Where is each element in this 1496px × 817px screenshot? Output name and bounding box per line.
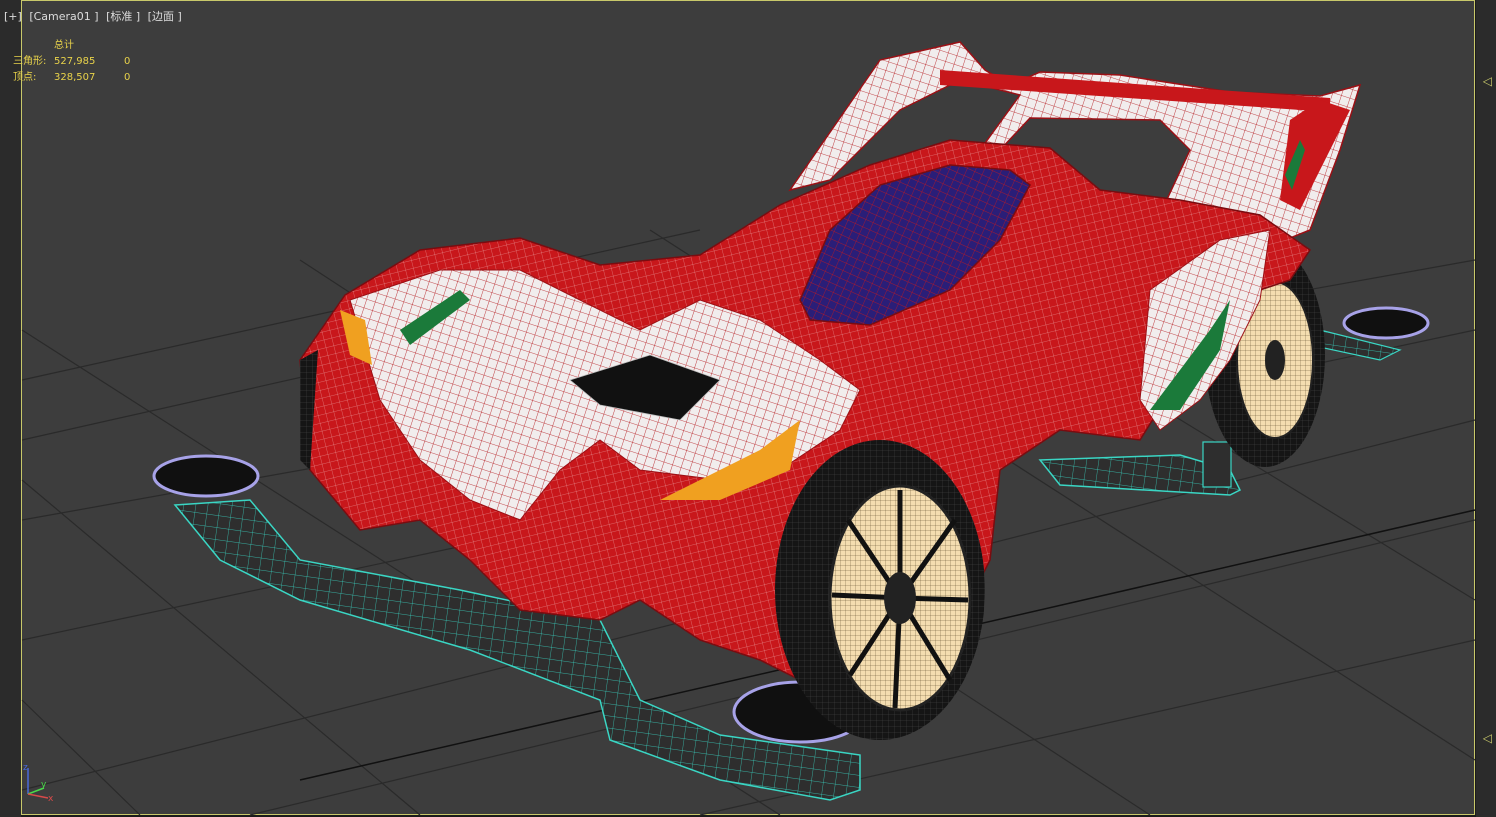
stats-label: 顶点:: [13, 72, 37, 83]
stats-selected-value: 0: [124, 72, 131, 83]
scene-statistics: 总计 三角形: 527,985 0 顶点: 328,507 0: [13, 38, 144, 86]
y-axis-label: y: [41, 780, 47, 790]
front-wheel: [775, 440, 985, 740]
x-axis-label: x: [48, 794, 54, 802]
stats-row-triangles: 三角形: 527,985 0: [13, 54, 144, 70]
panel-collapse-arrow-icon[interactable]: ◁: [1483, 731, 1492, 745]
x-axis-line: [27, 793, 49, 799]
stats-header: 总计: [54, 40, 74, 51]
stats-value: 328,507: [54, 72, 96, 83]
shading-menu[interactable]: [标准 ]: [106, 10, 140, 23]
viewport-label-menu: [+] [Camera01 ] [标准 ] [边面 ]: [4, 8, 186, 24]
camera-menu[interactable]: [Camera01 ]: [29, 10, 98, 23]
viewport-plus-menu[interactable]: [+]: [4, 10, 22, 23]
edges-faces-menu[interactable]: [边面 ]: [148, 10, 182, 23]
viewport-scene: [21, 41, 1476, 816]
stats-selected-value: 0: [124, 56, 131, 67]
stats-row-vertices: 顶点: 328,507 0: [13, 70, 144, 86]
panel-collapse-arrow-icon[interactable]: ◁: [1483, 74, 1492, 88]
z-axis-label: z: [23, 763, 28, 773]
axis-gizmo: z y x: [23, 763, 54, 802]
stats-label: 三角形:: [13, 56, 47, 67]
stats-value: 527,985: [54, 56, 96, 67]
